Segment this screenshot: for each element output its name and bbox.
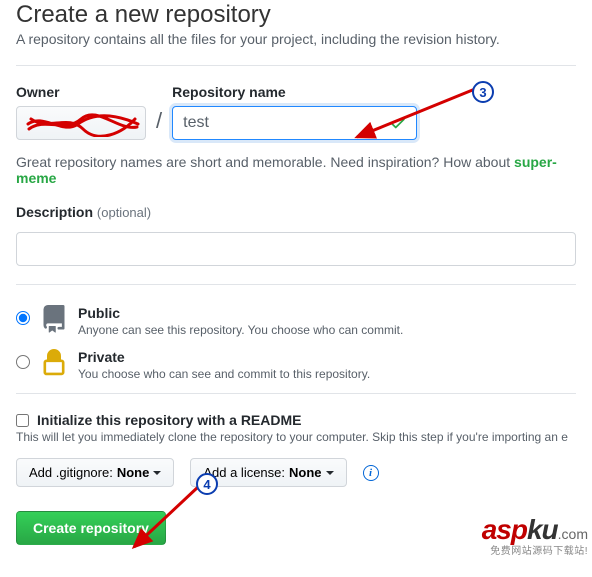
create-repository-button[interactable]: Create repository <box>16 511 166 545</box>
public-title: Public <box>78 305 403 321</box>
init-readme-label: Initialize this repository with a README <box>37 412 301 428</box>
chevron-down-icon <box>153 471 161 475</box>
watermark: aspku.com 免费网站源码下载站! <box>482 514 588 557</box>
public-desc: Anyone can see this repository. You choo… <box>78 323 403 337</box>
init-readme-checkbox[interactable] <box>16 414 29 427</box>
repo-name-input[interactable] <box>172 106 417 140</box>
private-radio[interactable] <box>16 355 30 369</box>
public-radio[interactable] <box>16 311 30 325</box>
private-desc: You choose who can see and commit to thi… <box>78 367 370 381</box>
repo-icon <box>40 305 68 333</box>
page-subtitle: A repository contains all the files for … <box>16 31 576 47</box>
checkmark-icon <box>389 114 407 137</box>
info-icon[interactable]: i <box>363 465 379 481</box>
repo-name-label: Repository name <box>172 84 417 100</box>
gitignore-dropdown[interactable]: Add .gitignore: None <box>16 458 174 487</box>
annotation-badge-4: 4 <box>196 473 218 495</box>
owner-select-button[interactable] <box>16 106 146 140</box>
lock-icon <box>40 349 68 377</box>
divider <box>16 65 576 66</box>
annotation-badge-3: 3 <box>472 81 494 103</box>
init-readme-desc: This will let you immediately clone the … <box>16 430 576 444</box>
description-input[interactable] <box>16 232 576 266</box>
owner-label: Owner <box>16 84 146 100</box>
name-hint: Great repository names are short and mem… <box>16 154 576 186</box>
slash-separator: / <box>156 108 162 140</box>
divider <box>16 393 576 394</box>
private-title: Private <box>78 349 370 365</box>
chevron-down-icon <box>326 471 334 475</box>
divider <box>16 284 576 285</box>
description-label: Description (optional) <box>16 204 576 220</box>
page-title: Create a new repository <box>16 1 576 29</box>
